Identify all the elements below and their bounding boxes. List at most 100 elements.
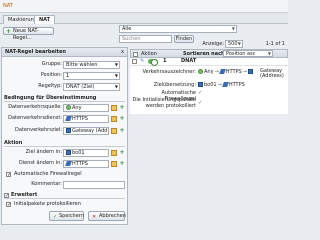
add-icon[interactable]: + [119,161,125,167]
scope-select[interactable]: Alle ▼ [119,25,237,33]
service-icon [65,161,72,166]
arrow-right-icon: → [217,82,222,88]
scope-select-value: Alle [122,26,132,32]
target-service: HTTPS [228,82,245,88]
close-icon[interactable]: x [121,48,124,57]
regeltyp-select[interactable]: DNAT (Ziel) ▼ [63,83,120,91]
globe-icon [66,105,71,110]
group-select[interactable]: Bitte wählen ▼ [63,61,120,69]
folder-icon[interactable] [111,150,117,156]
find-button[interactable]: Finden [174,35,194,43]
chevron-down-icon: ▼ [237,41,241,46]
quelle-label: Datenverkehrsquelle: [8,104,62,110]
sort-label: Sortieren nach: [183,51,227,57]
auto-firewall-label: Automatische Firewallregel [14,171,82,177]
chevron-down-icon: ▼ [114,62,118,67]
add-icon[interactable]: + [119,105,125,111]
rule-detail: Verkehrsauszeichner: Any→ HTTPS→ Gateway … [130,66,288,114]
col-action: Aktion [141,51,157,57]
comment-label: Kommentar: [31,181,62,187]
pagination: 1-1 of 1 [265,41,285,47]
match-label: Verkehrsauszeichner: [142,69,196,75]
folder-icon[interactable] [111,128,117,134]
dienst-aendern-field[interactable]: HTTPS [63,160,109,168]
regeltyp-label: Regeltyp: [38,83,62,89]
log-text-line2: werden protokolliert [145,103,196,109]
add-icon[interactable]: + [119,128,125,134]
display-select[interactable]: 500 ▼ [225,40,243,48]
ziel-label: Datenverkehrsziel: [15,127,62,133]
search-input[interactable]: Suchen [119,35,172,43]
chevron-down-icon: ▼ [267,51,271,56]
new-nat-rule-label: Neue NAT-Regel... [13,28,39,41]
new-nat-rule-button[interactable]: + Neue NAT-Regel... [3,27,54,41]
rule-toggle[interactable] [148,59,158,66]
network-icon [247,69,253,74]
table-row[interactable]: ✎ 1 DNAT [130,58,288,66]
check-icon: ✓ [53,214,58,220]
app-title: NAT [3,3,13,9]
quelle-field[interactable]: Any [63,104,109,112]
display-label: Anzeige: [202,41,224,47]
host-icon [198,82,203,87]
search-placeholder: Suchen [122,36,141,42]
save-button[interactable]: ✓ Speichern [49,211,84,221]
sort-select[interactable]: Position asc ▼ [223,50,273,57]
panel-header: NAT-Regel bearbeiten x [2,48,127,57]
ziel-field[interactable]: Gateway (Add [63,127,109,135]
check-icon: ✓ [198,100,203,106]
chevron-down-icon: ▼ [231,26,235,31]
match-value: Any→ HTTPS→ [198,69,254,75]
chevron-down-icon: ▼ [114,84,118,89]
section-extended-label: Erweitert [11,192,38,198]
close-icon: ✕ [92,214,97,220]
display-value: 500 [228,41,238,47]
check-icon: ✓ [198,90,203,96]
tab-strip: Maskierung NAT [0,13,288,24]
section-extended[interactable]: ✓ Erweitert [4,192,125,199]
tab-nat[interactable]: NAT [34,15,56,24]
target-host: bo01 [204,82,217,88]
row-position: 1 [163,58,167,64]
add-icon[interactable]: + [119,150,125,156]
host-icon [66,150,71,155]
ziel-aendern-field[interactable]: bo01 [63,149,109,157]
panel-title: NAT-Regel bearbeiten [5,49,66,55]
log-checkbox[interactable]: ✓ [6,202,11,208]
table-header: Aktion Sortieren nach: Position asc ▼ [130,49,288,58]
row-checkbox[interactable] [132,59,137,64]
edit-link[interactable]: ✎ [140,58,144,65]
folder-icon[interactable] [111,161,117,167]
target-value: bo01→ HTTPS [198,82,245,88]
folder-icon[interactable] [111,116,117,122]
position-select[interactable]: 1 ▼ [63,72,120,80]
arrow-right-icon: → [242,69,247,75]
select-all-checkbox[interactable] [133,52,138,57]
match-service: HTTPS [225,69,242,75]
quelle-value: Any [72,105,82,111]
expand-toggle[interactable]: ✓ [4,193,9,199]
dienst-value: HTTPS [72,116,88,122]
folder-icon[interactable] [111,105,117,111]
dienst-aendern-value: HTTPS [72,161,88,167]
section-condition: Bedingung für Übereinstimmung [4,95,125,102]
group-label: Gruppe: [41,61,62,67]
dienst-aendern-label: Dienst ändern in: [18,160,62,166]
dienst-label: Datenverkehrsdienst: [8,115,62,121]
dienst-field[interactable]: HTTPS [63,115,109,123]
arrow-right-icon: → [214,69,219,75]
edit-panel: NAT-Regel bearbeiten x Gruppe: Bitte wäh… [1,47,128,225]
service-icon [65,116,72,121]
position-value: 1 [66,73,70,79]
add-icon[interactable]: + [119,116,125,122]
match-to: Gateway (Address) [260,68,284,79]
cancel-label: Abbrechen [99,213,126,219]
ziel-aendern-label: Ziel ändern in: [25,149,62,155]
auto-firewall-checkbox[interactable]: ✓ [6,172,11,178]
cancel-button[interactable]: ✕ Abbrechen [88,211,126,221]
match-from: Any [204,69,214,75]
sort-value: Position asc [226,51,256,57]
comment-input[interactable] [63,181,125,189]
chevron-down-icon: ▼ [114,73,118,78]
save-label: Speichern [59,213,84,219]
